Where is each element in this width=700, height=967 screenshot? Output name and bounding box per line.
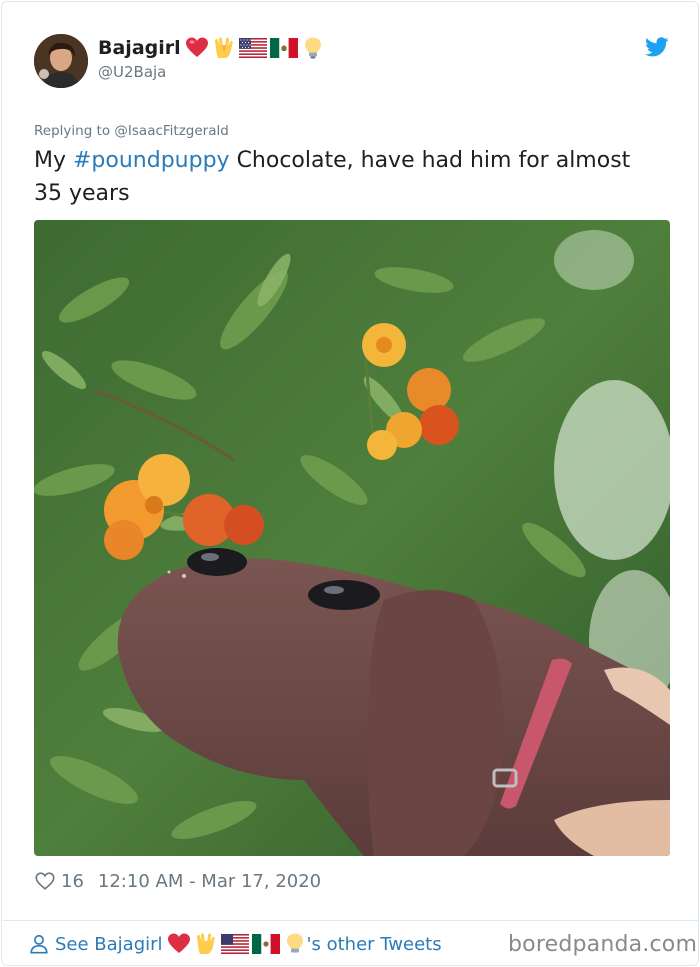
light-bulb-icon	[304, 37, 321, 59]
author-display-name[interactable]: Bajagirl	[98, 37, 181, 59]
avatar[interactable]	[34, 34, 88, 88]
author-handle[interactable]: @U2Baja	[98, 63, 166, 81]
tweet-timestamp[interactable]: 12:10 AM - Mar 17, 2020	[98, 871, 321, 892]
tweet-photo[interactable]	[34, 220, 670, 856]
author-name-emojis	[185, 36, 325, 60]
tweet-text: My #poundpuppy Chocolate, have had him f…	[34, 144, 664, 210]
mexico-flag-icon	[251, 934, 280, 954]
us-flag-icon	[220, 934, 249, 954]
vulcan-salute-icon	[196, 933, 215, 954]
tweet-meta: 16 12:10 AM - Mar 17, 2020	[34, 868, 321, 894]
hashtag-link[interactable]: #poundpuppy	[73, 148, 230, 173]
person-icon	[30, 934, 48, 954]
like-count: 16	[61, 870, 84, 892]
author-name-row[interactable]: Bajagirl	[98, 34, 325, 62]
see-other-tweets-link[interactable]: See Bajagirl 's other Tweets	[28, 931, 442, 957]
vulcan-salute-icon	[214, 37, 233, 58]
tweet-text-prefix: My	[34, 148, 73, 173]
heart-icon	[167, 933, 190, 953]
footer-name-emojis	[167, 932, 307, 956]
replying-to[interactable]: Replying to @IsaacFitzgerald	[34, 123, 229, 139]
tweet-card: Bajagirl @U2Baja Replying to @IsaacFitzg…	[1, 1, 699, 966]
see-suffix[interactable]: 's other Tweets	[307, 934, 442, 955]
us-flag-icon	[238, 38, 267, 58]
heart-outline-icon[interactable]	[34, 870, 56, 892]
mexico-flag-icon	[269, 38, 298, 58]
light-bulb-icon	[286, 933, 303, 953]
heart-icon	[185, 37, 208, 57]
boredpanda-watermark: boredpanda.com	[508, 932, 698, 957]
footer-divider	[3, 920, 699, 921]
see-prefix[interactable]: See Bajagirl	[55, 934, 163, 955]
twitter-bird-icon[interactable]	[644, 35, 670, 59]
